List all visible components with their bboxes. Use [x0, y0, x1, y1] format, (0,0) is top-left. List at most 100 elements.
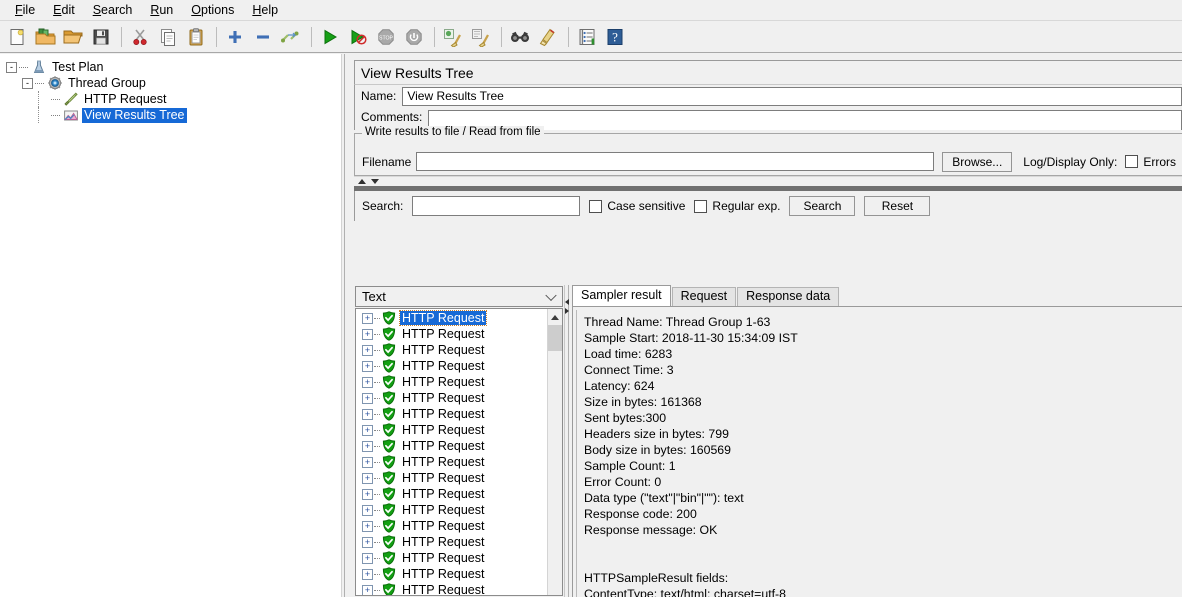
- tree-node-test-plan[interactable]: - Test Plan: [6, 59, 340, 75]
- result-list-item[interactable]: + HTTP Request: [356, 518, 547, 534]
- copy-icon[interactable]: [155, 24, 181, 50]
- splitter-collapse-left-icon[interactable]: [564, 299, 569, 305]
- menu-options[interactable]: Options: [182, 1, 243, 20]
- result-list-item[interactable]: + HTTP Request: [356, 406, 547, 422]
- start-icon[interactable]: [317, 24, 343, 50]
- templates-icon[interactable]: [32, 24, 58, 50]
- result-list-item[interactable]: + HTTP Request: [356, 358, 547, 374]
- results-scrollbar[interactable]: [547, 309, 562, 595]
- menu-search[interactable]: Search: [84, 1, 142, 20]
- new-icon[interactable]: [4, 24, 30, 50]
- browse-button[interactable]: Browse...: [942, 151, 1013, 172]
- search-button[interactable]: Search: [789, 196, 856, 216]
- results-tree[interactable]: + HTTP Request + HTTP Request + HTTP Request +…: [355, 308, 563, 596]
- errors-checkbox[interactable]: Errors: [1125, 155, 1176, 169]
- menu-run[interactable]: Run: [141, 1, 182, 20]
- function-helper-icon[interactable]: [574, 24, 600, 50]
- result-list-item[interactable]: + HTTP Request: [356, 566, 547, 582]
- start-no-pauses-icon[interactable]: [345, 24, 371, 50]
- chevron-down-icon: [545, 289, 557, 301]
- search-input[interactable]: [412, 196, 581, 216]
- tab-request[interactable]: Request: [671, 287, 737, 306]
- scrollbar-thumb[interactable]: [547, 325, 562, 351]
- result-list-item[interactable]: + HTTP Request: [356, 550, 547, 566]
- result-expander-icon[interactable]: +: [362, 328, 373, 340]
- errors-checkbox-box[interactable]: [1125, 155, 1139, 168]
- scrollbar-track[interactable]: [547, 325, 562, 595]
- expand-all-icon[interactable]: [222, 24, 248, 50]
- result-expander-icon[interactable]: +: [362, 360, 373, 372]
- tree-expander-icon[interactable]: -: [22, 77, 33, 89]
- tab-response-data[interactable]: Response data: [737, 287, 840, 306]
- result-list-item[interactable]: + HTTP Request: [356, 454, 547, 470]
- result-expander-icon[interactable]: +: [362, 440, 373, 452]
- result-expander-icon[interactable]: +: [362, 408, 373, 420]
- save-icon[interactable]: [88, 24, 114, 50]
- toolbar: STOP ?: [0, 21, 1182, 53]
- shutdown-icon[interactable]: [401, 24, 427, 50]
- result-list-item[interactable]: + HTTP Request: [356, 422, 547, 438]
- help-icon[interactable]: ?: [602, 24, 628, 50]
- result-connector: [374, 477, 380, 479]
- result-expander-icon[interactable]: +: [362, 552, 373, 564]
- search-icon[interactable]: [507, 24, 533, 50]
- regular-exp-checkbox[interactable]: Regular exp.: [694, 199, 780, 213]
- tree-expander-icon[interactable]: -: [6, 61, 17, 73]
- result-expander-icon[interactable]: +: [362, 456, 373, 468]
- result-expander-icon[interactable]: +: [362, 392, 373, 404]
- name-input[interactable]: [402, 86, 1182, 106]
- open-icon[interactable]: [60, 24, 86, 50]
- result-list-item[interactable]: + HTTP Request: [356, 534, 547, 550]
- result-expander-icon[interactable]: +: [362, 568, 373, 580]
- case-sensitive-checkbox-box[interactable]: [589, 199, 603, 213]
- search-reset-icon[interactable]: [535, 24, 561, 50]
- toggle-icon[interactable]: [278, 24, 304, 50]
- menu-bar: File Edit Search Run Options Help: [0, 0, 1182, 21]
- splitter-collapse-right-icon[interactable]: [564, 308, 569, 314]
- regular-exp-checkbox-box[interactable]: [694, 199, 708, 213]
- tab-sampler-result[interactable]: Sampler result: [572, 285, 671, 306]
- clear-all-icon[interactable]: [468, 24, 494, 50]
- cut-icon[interactable]: [127, 24, 153, 50]
- result-expander-icon[interactable]: +: [362, 520, 373, 532]
- scroll-up-button[interactable]: [547, 309, 562, 325]
- result-list-item[interactable]: + HTTP Request: [356, 310, 547, 326]
- results-detail-splitter[interactable]: [564, 285, 569, 597]
- result-expander-icon[interactable]: +: [362, 424, 373, 436]
- result-list-item[interactable]: + HTTP Request: [356, 502, 547, 518]
- result-list-item[interactable]: + HTTP Request: [356, 470, 547, 486]
- render-selector-combo[interactable]: Text: [355, 286, 563, 307]
- collapse-all-icon[interactable]: [250, 24, 276, 50]
- page-title: View Results Tree: [354, 60, 1182, 85]
- case-sensitive-checkbox[interactable]: Case sensitive: [589, 199, 685, 213]
- result-expander-icon[interactable]: +: [362, 488, 373, 500]
- result-expander-icon[interactable]: +: [362, 312, 373, 324]
- result-expander-icon[interactable]: +: [362, 472, 373, 484]
- paste-icon[interactable]: [183, 24, 209, 50]
- reset-button[interactable]: Reset: [864, 196, 931, 216]
- tree-node-http-request[interactable]: HTTP Request: [6, 91, 340, 107]
- result-list-item[interactable]: + HTTP Request: [356, 342, 547, 358]
- sampler-result-text[interactable]: Thread Name: Thread Group 1-63 Sample Sta…: [576, 310, 1182, 597]
- menu-edit[interactable]: Edit: [44, 1, 84, 20]
- result-list-item[interactable]: + HTTP Request: [356, 390, 547, 406]
- result-list-item[interactable]: + HTTP Request: [356, 486, 547, 502]
- result-list-item[interactable]: + HTTP Request: [356, 438, 547, 454]
- result-expander-icon[interactable]: +: [362, 584, 373, 595]
- test-plan-tree[interactable]: - Test Plan - Thread Group HTTP Request View …: [0, 54, 340, 123]
- result-list-item[interactable]: + HTTP Request: [356, 374, 547, 390]
- result-expander-icon[interactable]: +: [362, 536, 373, 548]
- result-list-item[interactable]: + HTTP Request: [356, 582, 547, 595]
- menu-file[interactable]: File: [6, 1, 44, 20]
- filename-input[interactable]: [416, 152, 935, 171]
- result-list-item[interactable]: + HTTP Request: [356, 326, 547, 342]
- result-expander-icon[interactable]: +: [362, 376, 373, 388]
- tree-node-view-results-tree[interactable]: View Results Tree: [6, 107, 340, 123]
- tree-node-thread-group[interactable]: - Thread Group: [6, 75, 340, 91]
- clear-icon[interactable]: [440, 24, 466, 50]
- stop-icon[interactable]: STOP: [373, 24, 399, 50]
- result-item-label: HTTP Request: [402, 471, 485, 485]
- menu-help[interactable]: Help: [243, 1, 287, 20]
- result-expander-icon[interactable]: +: [362, 504, 373, 516]
- result-expander-icon[interactable]: +: [362, 344, 373, 356]
